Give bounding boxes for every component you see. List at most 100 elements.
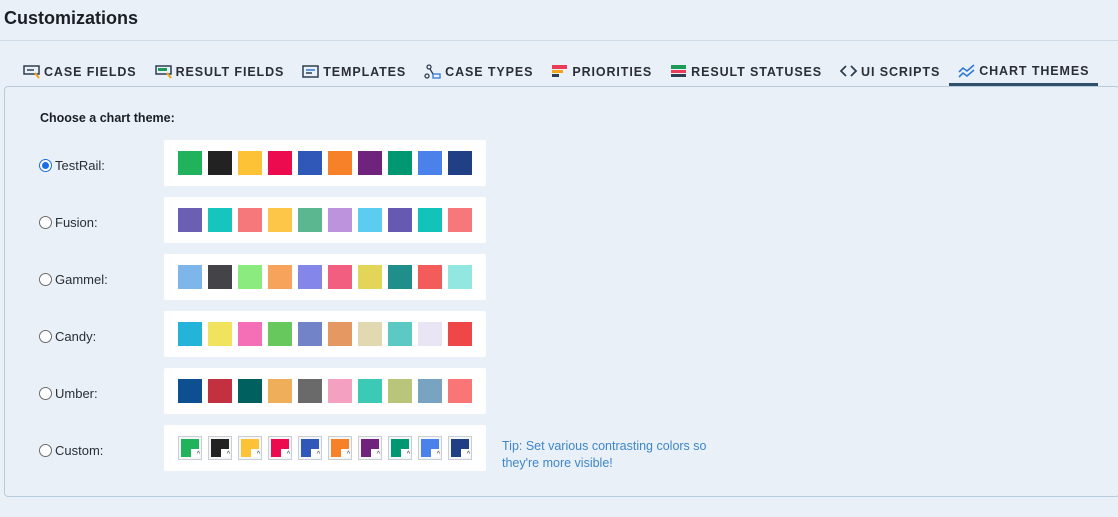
color-swatch	[238, 322, 262, 346]
color-swatch	[208, 322, 232, 346]
chart-themes-icon	[958, 63, 975, 78]
color-swatch	[298, 322, 322, 346]
color-swatch	[238, 151, 262, 175]
color-swatch	[178, 379, 202, 403]
color-swatch	[388, 265, 412, 289]
color-swatch	[388, 379, 412, 403]
page-title: Customizations	[4, 8, 139, 28]
color-swatch	[448, 379, 472, 403]
swatch-box	[164, 254, 486, 300]
swatch-box	[164, 197, 486, 243]
color-picker[interactable]: ^	[208, 436, 232, 460]
theme-name: Umber:	[55, 386, 98, 401]
tab-label: UI SCRIPTS	[861, 65, 941, 79]
theme-option[interactable]: Umber:	[39, 386, 98, 401]
theme-option[interactable]: Fusion:	[39, 215, 98, 230]
color-swatch	[388, 151, 412, 175]
tab-label: RESULT STATUSES	[691, 65, 823, 79]
theme-row: Candy:	[5, 311, 1105, 358]
color-swatch	[328, 208, 352, 232]
color-swatch	[268, 322, 292, 346]
caret-icon: ^	[316, 451, 320, 458]
color-swatch	[238, 379, 262, 403]
caret-icon: ^	[406, 451, 410, 458]
color-swatch	[418, 265, 442, 289]
tab-label: TEMPLATES	[323, 65, 407, 79]
color-picker[interactable]: ^	[268, 436, 292, 460]
swatch-box: ^ ^ ^ ^ ^ ^ ^ ^ ^ ^	[164, 425, 486, 471]
color-swatch	[448, 208, 472, 232]
color-picker[interactable]: ^	[328, 436, 352, 460]
tab-label: CASE FIELDS	[44, 65, 137, 79]
tab-case-types[interactable]: CASE TYPES	[415, 58, 542, 86]
color-swatch	[328, 265, 352, 289]
caret-icon: ^	[286, 451, 290, 458]
color-picker[interactable]: ^	[238, 436, 262, 460]
theme-row: Gammel:	[5, 254, 1105, 301]
theme-option[interactable]: Gammel:	[39, 272, 108, 287]
tab-label: CHART THEMES	[979, 63, 1090, 78]
priorities-icon	[552, 65, 568, 77]
tab-label: PRIORITIES	[572, 65, 653, 79]
result-fields-icon	[154, 65, 172, 79]
color-swatch	[178, 265, 202, 289]
color-swatch	[178, 208, 202, 232]
theme-radio[interactable]	[39, 159, 52, 172]
caret-icon: ^	[346, 451, 350, 458]
color-swatch	[178, 151, 202, 175]
color-picker[interactable]: ^	[448, 436, 472, 460]
color-swatch	[448, 265, 472, 289]
tab-case-fields[interactable]: CASE FIELDS	[14, 58, 146, 86]
theme-radio[interactable]	[39, 330, 52, 343]
color-picker[interactable]: ^	[418, 436, 442, 460]
swatch-box	[164, 368, 486, 414]
theme-row: TestRail:	[5, 140, 1105, 187]
tab-chart-themes[interactable]: CHART THEMES	[949, 58, 1099, 86]
theme-name: Custom:	[55, 443, 104, 458]
color-picker[interactable]: ^	[178, 436, 202, 460]
color-swatch	[418, 208, 442, 232]
result-statuses-icon	[671, 65, 687, 77]
theme-option[interactable]: Custom:	[39, 443, 103, 458]
templates-icon	[302, 65, 320, 78]
theme-name: Fusion:	[55, 215, 98, 230]
theme-option[interactable]: Candy:	[39, 329, 96, 344]
color-swatch	[358, 322, 382, 346]
theme-name: TestRail:	[55, 158, 105, 173]
swatch-box	[164, 311, 486, 357]
tab-templates[interactable]: TEMPLATES	[293, 58, 415, 86]
color-swatch	[208, 265, 232, 289]
color-swatch	[358, 208, 382, 232]
color-swatch	[418, 322, 442, 346]
color-swatch	[298, 379, 322, 403]
color-swatch	[178, 322, 202, 346]
color-swatch	[268, 208, 292, 232]
tab-priorities[interactable]: PRIORITIES	[542, 58, 661, 86]
color-swatch	[418, 151, 442, 175]
color-picker[interactable]: ^	[358, 436, 382, 460]
theme-radio[interactable]	[39, 387, 52, 400]
color-swatch	[208, 379, 232, 403]
color-swatch	[448, 151, 472, 175]
theme-radio[interactable]	[39, 444, 52, 457]
tab-result-statuses[interactable]: RESULT STATUSES	[661, 58, 831, 86]
theme-option[interactable]: TestRail:	[39, 158, 105, 173]
color-swatch	[328, 151, 352, 175]
color-swatch	[358, 151, 382, 175]
case-fields-icon	[23, 65, 40, 79]
case-types-icon	[424, 64, 441, 79]
color-swatch	[298, 208, 322, 232]
color-picker[interactable]: ^	[388, 436, 412, 460]
tab-label: CASE TYPES	[445, 65, 534, 79]
color-swatch	[298, 265, 322, 289]
caret-icon: ^	[466, 451, 470, 458]
theme-name: Gammel:	[55, 272, 108, 287]
tab-ui-scripts[interactable]: UI SCRIPTS	[831, 58, 949, 86]
color-picker[interactable]: ^	[298, 436, 322, 460]
theme-radio[interactable]	[39, 216, 52, 229]
caret-icon: ^	[256, 451, 260, 458]
color-swatch	[388, 208, 412, 232]
caret-icon: ^	[376, 451, 380, 458]
tab-result-fields[interactable]: RESULT FIELDS	[146, 58, 294, 86]
theme-radio[interactable]	[39, 273, 52, 286]
